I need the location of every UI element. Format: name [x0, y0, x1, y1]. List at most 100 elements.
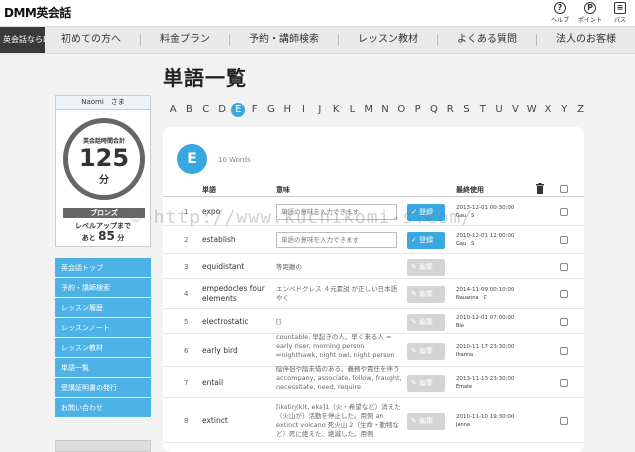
row-checkbox[interactable]	[560, 236, 568, 244]
teacher-name[interactable]: Gau S	[456, 240, 514, 248]
nav-item-booking[interactable]: 予約・講師検索	[229, 34, 338, 46]
row-number: 5	[184, 318, 189, 326]
dmm-logo[interactable]: DMM英会話	[4, 4, 71, 21]
header-last-used: 最終使用	[456, 186, 484, 194]
edit-label: 編集	[419, 263, 434, 271]
row-checkbox[interactable]	[560, 379, 568, 387]
level-up-value: 85	[98, 229, 115, 243]
letter-m[interactable]: M	[361, 103, 377, 117]
edit-label: 編集	[419, 379, 434, 387]
letter-n[interactable]: N	[377, 103, 393, 117]
letter-p[interactable]: P	[409, 103, 425, 117]
pencil-icon: ✎	[411, 290, 417, 298]
letter-z[interactable]: Z	[572, 103, 588, 117]
edit-button[interactable]: ✎ 編集	[407, 375, 445, 392]
letter-t[interactable]: T	[475, 103, 491, 117]
row-last-used: 2010-11-17 23:30:00 Ihanna	[456, 343, 514, 359]
letter-a[interactable]: A	[165, 103, 181, 117]
side-item-history[interactable]: レッスン履歴	[55, 298, 151, 318]
row-checkbox[interactable]	[560, 347, 568, 355]
letter-u[interactable]: U	[491, 103, 507, 117]
pencil-icon: ✎	[411, 379, 417, 387]
register-button[interactable]: ✓ 登録	[407, 232, 445, 249]
row-checkbox[interactable]	[560, 263, 568, 271]
row-number: 6	[184, 347, 189, 355]
trash-icon[interactable]	[536, 183, 544, 194]
meaning-input[interactable]	[276, 232, 397, 248]
letter-c[interactable]: C	[198, 103, 214, 117]
level-up-prefix: あと	[81, 234, 96, 242]
row-checkbox[interactable]	[560, 318, 568, 326]
level-up-unit: 分	[117, 234, 125, 242]
watermark-text: © http://www.kuchikomi-s.com/	[130, 207, 474, 228]
side-item-vocabulary[interactable]: 単語一覧	[55, 358, 151, 378]
letter-x[interactable]: X	[540, 103, 556, 117]
letter-h[interactable]: H	[279, 103, 295, 117]
word-count: 10 Words	[218, 156, 251, 164]
nav-item-faq[interactable]: よくある質問	[437, 34, 536, 46]
letter-y[interactable]: Y	[556, 103, 572, 117]
letter-s[interactable]: S	[458, 103, 474, 117]
main-nav: 英会話ならDMM 初めての方へ 料金プラン 予約・講師検索 レッスン教材 よくあ…	[0, 26, 635, 54]
select-all-checkbox[interactable]	[560, 185, 568, 193]
letter-b[interactable]: B	[181, 103, 197, 117]
nav-item-corporate[interactable]: 法人のお客様	[536, 34, 635, 46]
side-item-notes[interactable]: レッスンノート	[55, 318, 151, 338]
nav-item-pricing[interactable]: 料金プラン	[140, 34, 229, 46]
row-word: entail	[202, 378, 224, 387]
side-menu: 英会話トップ 予約・講師検索 レッスン履歴 レッスンノート レッスン教材 単語一…	[55, 258, 151, 418]
help-button[interactable]: ? ヘルプ	[545, 2, 575, 24]
teacher-name[interactable]: Emate	[456, 383, 514, 391]
edit-label: 編集	[419, 290, 434, 298]
profile-name: Naomi さま	[56, 96, 150, 110]
row-number: 4	[184, 290, 189, 298]
letter-e[interactable]: E	[231, 103, 246, 117]
row-checkbox[interactable]	[560, 290, 568, 298]
teacher-name[interactable]: Nauanna C	[456, 294, 514, 302]
edit-button[interactable]: ✎ 編集	[407, 286, 445, 303]
row-last-used: 2010-12-01 12:00:00 Gau S	[456, 232, 514, 248]
table-row: 6 early bird countable. 早起きの人、早く来る人 = earl…	[163, 333, 584, 367]
edit-button[interactable]: ✎ 編集	[407, 413, 445, 430]
letter-i[interactable]: I	[295, 103, 311, 117]
edit-label: 編集	[419, 417, 434, 425]
edit-button[interactable]: ✎ 編集	[407, 314, 445, 331]
letter-l[interactable]: L	[344, 103, 360, 117]
last-used-date: 2010-12-01 07:00:00	[456, 315, 515, 321]
nav-home[interactable]: 英会話ならDMM	[0, 27, 45, 53]
side-item-materials[interactable]: レッスン教材	[55, 338, 151, 358]
edit-button[interactable]: ✎ 編集	[407, 343, 445, 360]
letter-k[interactable]: K	[328, 103, 344, 117]
letter-g[interactable]: G	[263, 103, 279, 117]
letter-o[interactable]: O	[393, 103, 409, 117]
edit-label: 編集	[419, 347, 434, 355]
row-checkbox[interactable]	[560, 208, 568, 216]
teacher-name[interactable]: Bie	[456, 322, 514, 330]
nav-item-beginners[interactable]: 初めての方へ	[45, 34, 140, 46]
table-row: 2 establish ✓ 登録 2010-12-01 12:00:00Gau S	[163, 226, 584, 254]
header-word: 単語	[202, 186, 216, 194]
top-icons: ? ヘルプ P ポイント ≡ パス	[545, 2, 635, 24]
letter-r[interactable]: R	[442, 103, 458, 117]
side-item-certificate[interactable]: 受講証明書の発行	[55, 378, 151, 398]
row-last-used: 2010-12-01 07:00:00 Bie	[456, 314, 514, 330]
side-item-top[interactable]: 英会話トップ	[55, 258, 151, 278]
row-meaning: 陰伴侶や陰未借のある、義務や責任を伴う accompany, associate…	[276, 365, 402, 391]
letter-q[interactable]: Q	[426, 103, 442, 117]
side-item-contact[interactable]: お問い合わせ	[55, 398, 151, 418]
letter-d[interactable]: D	[214, 103, 230, 117]
letter-f[interactable]: F	[246, 103, 262, 117]
edit-button[interactable]: ✎ 編集	[407, 259, 445, 276]
teacher-name[interactable]: Ihanna	[456, 351, 514, 359]
points-button[interactable]: P ポイント	[575, 2, 605, 24]
nav-item-materials[interactable]: レッスン教材	[338, 34, 437, 46]
letter-j[interactable]: J	[312, 103, 328, 117]
letter-w[interactable]: W	[524, 103, 540, 117]
pass-button[interactable]: ≡ パス	[605, 2, 635, 24]
teacher-name[interactable]: Janna	[456, 421, 514, 429]
table-row: 8 extinct [ikstiŋ(k)t, eks]1（火・希望など）消えた（火山…	[163, 398, 584, 443]
row-checkbox[interactable]	[560, 417, 568, 425]
side-item-booking[interactable]: 予約・講師検索	[55, 278, 151, 298]
letter-v[interactable]: V	[507, 103, 523, 117]
row-word: extinct	[202, 416, 228, 425]
